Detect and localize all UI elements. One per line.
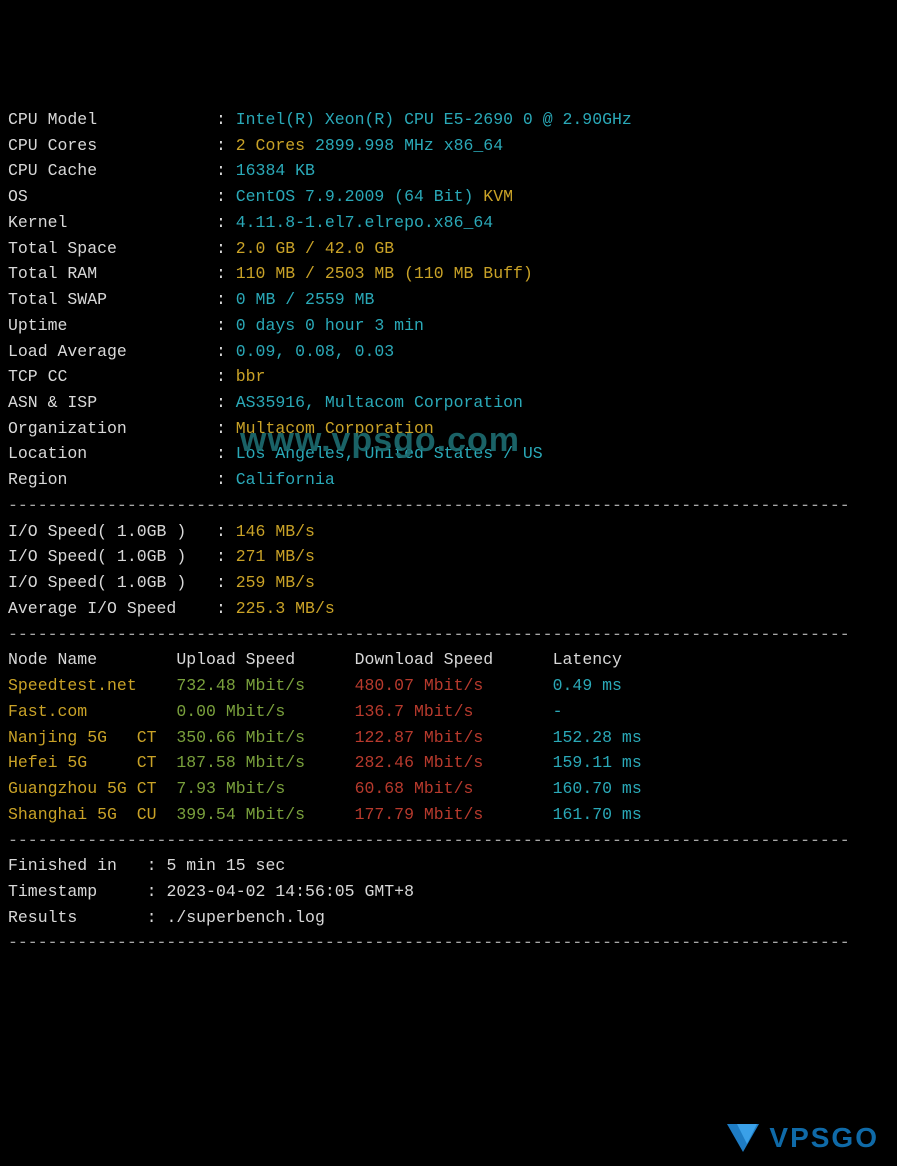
speed-node: Guangzhou 5G CT (8, 779, 176, 798)
divider-line: ----------------------------------------… (8, 496, 850, 515)
speed-upload: 350.66 Mbit/s (176, 728, 354, 747)
watermark-bottom: VPSGO (727, 1116, 879, 1160)
io-label: Average I/O Speed (8, 599, 216, 618)
sysinfo-value: 2.0 GB / 42.0 GB (236, 239, 394, 258)
footer-value: 2023-04-02 14:56:05 GMT+8 (166, 882, 414, 901)
watermark-bottom-text: VPSGO (769, 1116, 879, 1160)
speed-node: Hefei 5G CT (8, 753, 176, 772)
vpsgo-logo-icon (727, 1124, 759, 1152)
sysinfo-value: 4.11.8-1.el7.elrepo.x86_64 (236, 213, 493, 232)
sysinfo-value: bbr (236, 367, 266, 386)
sysinfo-value: 0 days 0 hour 3 min (236, 316, 424, 335)
divider-line: ----------------------------------------… (8, 625, 850, 644)
sysinfo-value: AS35916, Multacom Corporation (236, 393, 523, 412)
sysinfo-label: CPU Cores (8, 136, 216, 155)
sysinfo-label: Kernel (8, 213, 216, 232)
sysinfo-value: 0.09, 0.08, 0.03 (236, 342, 394, 361)
speed-node: Shanghai 5G CU (8, 805, 176, 824)
speed-download: 177.79 Mbit/s (355, 805, 553, 824)
io-value: 225.3 MB/s (236, 599, 335, 618)
sysinfo-value: 2 Cores (236, 136, 305, 155)
speed-latency: 159.11 ms (553, 753, 642, 772)
sysinfo-label: CPU Cache (8, 161, 216, 180)
speed-upload: 7.93 Mbit/s (176, 779, 354, 798)
sysinfo-value: Intel(R) Xeon(R) CPU E5-2690 0 @ 2.90GHz (236, 110, 632, 129)
speed-latency: 152.28 ms (553, 728, 642, 747)
footer-label: Timestamp (8, 882, 147, 901)
speed-download: 122.87 Mbit/s (355, 728, 553, 747)
sysinfo-value: 2899.998 MHz x86_64 (315, 136, 503, 155)
speed-col-upload: Upload Speed (176, 650, 354, 669)
speed-upload: 0.00 Mbit/s (176, 702, 354, 721)
speed-node: Speedtest.net (8, 676, 176, 695)
io-label: I/O Speed( 1.0GB ) (8, 522, 216, 541)
sysinfo-label: CPU Model (8, 110, 216, 129)
speed-upload: 732.48 Mbit/s (176, 676, 354, 695)
terminal-output: CPU Model : Intel(R) Xeon(R) CPU E5-2690… (8, 107, 889, 956)
io-label: I/O Speed( 1.0GB ) (8, 547, 216, 566)
speed-col-latency: Latency (553, 650, 622, 669)
sysinfo-label: Organization (8, 419, 216, 438)
speed-upload: 187.58 Mbit/s (176, 753, 354, 772)
sysinfo-value: Los Angeles, United States / US (236, 444, 543, 463)
sysinfo-label: ASN & ISP (8, 393, 216, 412)
footer-label: Results (8, 908, 147, 927)
io-value: 259 MB/s (236, 573, 315, 592)
io-value: 271 MB/s (236, 547, 315, 566)
sysinfo-label: Load Average (8, 342, 216, 361)
speed-download: 480.07 Mbit/s (355, 676, 553, 695)
sysinfo-label: OS (8, 187, 216, 206)
speed-latency: 160.70 ms (553, 779, 642, 798)
sysinfo-value: Multacom Corporation (236, 419, 434, 438)
footer-value: 5 min 15 sec (166, 856, 285, 875)
sysinfo-value: 16384 KB (236, 161, 315, 180)
speed-col-node: Node Name (8, 650, 176, 669)
sysinfo-label: Region (8, 470, 216, 489)
sysinfo-value: KVM (483, 187, 513, 206)
speed-download: 282.46 Mbit/s (355, 753, 553, 772)
sysinfo-label: Total RAM (8, 264, 216, 283)
io-value: 146 MB/s (236, 522, 315, 541)
speed-node: Nanjing 5G CT (8, 728, 176, 747)
sysinfo-value: 110 MB / 2503 MB (110 MB Buff) (236, 264, 533, 283)
divider-line: ----------------------------------------… (8, 933, 850, 952)
speed-latency: 0.49 ms (553, 676, 622, 695)
speed-latency: 161.70 ms (553, 805, 642, 824)
divider-line: ----------------------------------------… (8, 831, 850, 850)
io-label: I/O Speed( 1.0GB ) (8, 573, 216, 592)
speed-latency: - (553, 702, 563, 721)
sysinfo-value: CentOS 7.9.2009 (64 Bit) (236, 187, 474, 206)
sysinfo-label: Uptime (8, 316, 216, 335)
speed-node: Fast.com (8, 702, 176, 721)
footer-label: Finished in (8, 856, 147, 875)
speed-upload: 399.54 Mbit/s (176, 805, 354, 824)
sysinfo-value: 0 MB / 2559 MB (236, 290, 375, 309)
sysinfo-label: Location (8, 444, 216, 463)
footer-value: ./superbench.log (166, 908, 324, 927)
speed-download: 60.68 Mbit/s (355, 779, 553, 798)
sysinfo-label: Total SWAP (8, 290, 216, 309)
sysinfo-label: TCP CC (8, 367, 216, 386)
sysinfo-value: California (236, 470, 335, 489)
speed-download: 136.7 Mbit/s (355, 702, 553, 721)
speed-col-download: Download Speed (355, 650, 553, 669)
sysinfo-label: Total Space (8, 239, 216, 258)
